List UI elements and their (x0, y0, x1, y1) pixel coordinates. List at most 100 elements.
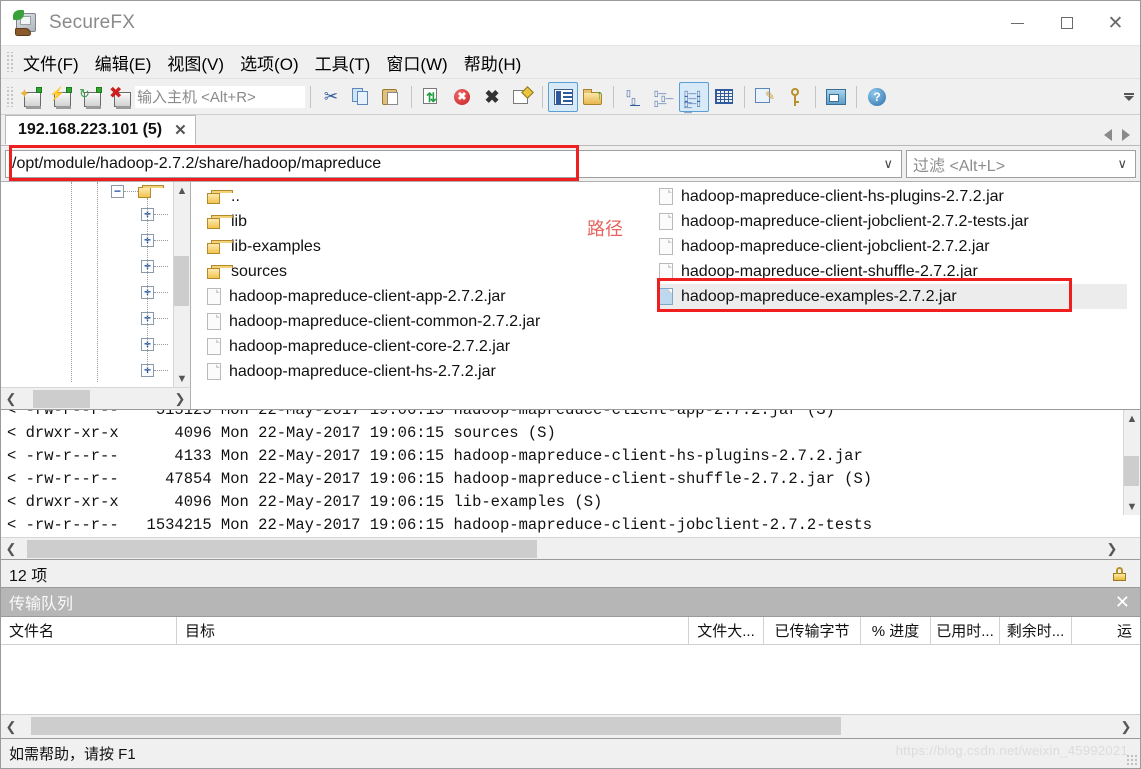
quick-connect-icon[interactable]: ⚡ (45, 82, 75, 112)
tree-node-5[interactable]: + (141, 312, 168, 325)
column-header-speed[interactable]: 运 (1072, 617, 1140, 644)
scroll-down-icon[interactable]: ▼ (1124, 498, 1141, 515)
menu-help[interactable]: 帮助(H) (456, 47, 530, 78)
session-tab[interactable]: 192.168.223.101 (5) ✕ (5, 115, 196, 145)
transfer-queue-list[interactable] (1, 645, 1140, 714)
list-item[interactable]: lib (205, 209, 645, 234)
close-button[interactable]: ✕ (1091, 1, 1140, 45)
help-icon[interactable]: ? (862, 82, 892, 112)
host-input[interactable]: 输入主机 <Alt+R> (135, 85, 305, 108)
tree-vertical-scrollbar[interactable]: ▲ ▼ (173, 182, 190, 387)
list-item[interactable]: hadoop-mapreduce-client-jobclient-2.7.2.… (657, 234, 1127, 259)
column-header-percent-progress[interactable]: % 进度 (861, 617, 931, 644)
menu-options[interactable]: 选项(O) (232, 47, 307, 78)
grid-view-icon[interactable] (709, 82, 739, 112)
transfer-mode-icon[interactable]: ▯ ▯ (619, 82, 649, 112)
list-item[interactable]: hadoop-mapreduce-client-jobclient-2.7.2-… (657, 209, 1127, 234)
list-item[interactable]: hadoop-mapreduce-client-hs-plugins-2.7.2… (657, 184, 1127, 209)
copy-icon[interactable] (346, 82, 376, 112)
column-header-filename[interactable]: 文件名 (1, 617, 177, 644)
tree-node-root[interactable]: − (111, 185, 164, 198)
tree-horizontal-scrollbar[interactable]: ❮ ❯ (1, 387, 190, 409)
open-folder-icon[interactable]: ↑ (578, 82, 608, 112)
key-icon[interactable] (780, 82, 810, 112)
security-options-icon[interactable] (821, 82, 851, 112)
transfer-queue-horizontal-scrollbar[interactable]: ❮ ❯ (1, 714, 1140, 738)
scroll-up-icon[interactable]: ▲ (174, 182, 191, 199)
tree-node-6[interactable]: + (141, 338, 168, 351)
menu-window[interactable]: 窗口(W) (378, 47, 455, 78)
menu-edit[interactable]: 编辑(E) (87, 47, 160, 78)
scroll-down-icon[interactable]: ▼ (174, 370, 191, 387)
filter-combobox[interactable]: 过滤 <Alt+L> ∨ (906, 149, 1136, 178)
list-item[interactable]: .. (205, 184, 645, 209)
log-hscroll-thumb[interactable] (27, 540, 537, 558)
tree-node-4[interactable]: + (141, 286, 168, 299)
tree-node-1[interactable]: + (141, 208, 168, 221)
log-vertical-scrollbar[interactable]: ▲ ▼ (1123, 410, 1140, 515)
tree-scroll-thumb[interactable] (174, 256, 189, 306)
column-header-bytes-transferred[interactable]: 已传输字节 (764, 617, 861, 644)
menu-view[interactable]: 视图(V) (159, 47, 232, 78)
list-item[interactable]: lib-examples (205, 234, 645, 259)
scroll-right-icon[interactable]: ❯ (1116, 719, 1136, 735)
refresh-icon[interactable]: ⇅ (417, 82, 447, 112)
list-details-icon[interactable]: ▯—▯— ▯—▯— ▯—▯— (679, 81, 709, 117)
menu-grip-handle[interactable] (5, 52, 13, 72)
remote-path-combobox[interactable]: /opt/module/hadoop-2.7.2/share/hadoop/ma… (5, 149, 902, 178)
list-small-icon[interactable]: ▯— ▯— ▯— (649, 82, 679, 112)
disconnect-icon[interactable]: ✖ (105, 82, 135, 112)
column-header-elapsed-time[interactable]: 已用时... (931, 617, 1000, 644)
scroll-left-icon[interactable]: ❮ (1, 719, 21, 735)
list-item[interactable]: hadoop-mapreduce-client-core-2.7.2.jar (205, 334, 645, 359)
column-header-target[interactable]: 目标 (177, 617, 689, 644)
scroll-up-icon[interactable]: ▲ (1124, 410, 1141, 427)
toolbar-grip-handle[interactable] (5, 86, 13, 107)
paste-icon[interactable] (376, 82, 406, 112)
reconnect-icon[interactable]: ↻ (75, 82, 105, 112)
resize-grip[interactable] (1126, 754, 1138, 766)
tree-node-7[interactable]: + (141, 364, 168, 377)
tab-close-icon[interactable]: ✕ (174, 121, 187, 139)
menu-tools[interactable]: 工具(T) (307, 47, 379, 78)
show-panes-icon[interactable] (548, 81, 578, 112)
list-item-selected[interactable]: hadoop-mapreduce-examples-2.7.2.jar (657, 284, 1127, 309)
cut-icon[interactable]: ✂ (316, 82, 346, 112)
log-scroll-thumb[interactable] (1124, 456, 1139, 486)
maximize-button[interactable] (1042, 1, 1091, 45)
menu-file[interactable]: 文件(F) (15, 47, 87, 78)
list-item[interactable]: hadoop-mapreduce-client-hs-2.7.2.jar (205, 359, 645, 384)
list-item[interactable]: hadoop-mapreduce-client-shuffle-2.7.2.ja… (657, 259, 1127, 284)
transfer-queue-close-icon[interactable]: ✕ (1115, 592, 1130, 613)
scroll-left-icon[interactable]: ❮ (1, 391, 21, 407)
column-header-filesize[interactable]: 文件大... (689, 617, 764, 644)
tree-collapse-icon[interactable]: − (111, 185, 124, 198)
scroll-left-icon[interactable]: ❮ (1, 541, 21, 557)
tq-hscroll-thumb[interactable] (31, 717, 841, 735)
list-item[interactable]: hadoop-mapreduce-client-common-2.7.2.jar (205, 309, 645, 334)
scroll-right-icon[interactable]: ❯ (170, 391, 190, 407)
tab-scroll-right-icon[interactable] (1122, 129, 1130, 141)
list-item[interactable]: sources (205, 259, 645, 284)
session-log[interactable]: < -rw-r--r-- 515125 Mon 22-May-2017 19:0… (1, 410, 1140, 537)
minimize-button[interactable] (993, 1, 1042, 45)
tree-node-2[interactable]: + (141, 234, 168, 247)
directory-tree[interactable]: − + + + + + + + ▲ ▼ (1, 182, 190, 387)
new-session-icon[interactable]: ✦ (15, 82, 45, 112)
tab-scroll-left-icon[interactable] (1104, 129, 1112, 141)
tree-hscroll-thumb[interactable] (33, 390, 90, 408)
chevron-down-icon[interactable]: ∨ (883, 156, 901, 172)
remote-file-list[interactable]: .. lib lib-examples sources hadoop-mapre… (191, 182, 1140, 409)
filter-chevron-down-icon[interactable]: ∨ (1117, 156, 1135, 172)
toolbar-overflow-button[interactable] (1122, 92, 1136, 101)
tree-node-3[interactable]: + (141, 260, 168, 273)
scroll-right-icon[interactable]: ❯ (1102, 541, 1122, 557)
log-horizontal-scrollbar[interactable]: ❮ ❯ (1, 537, 1140, 559)
toolbar-separator-1 (310, 85, 311, 108)
delete-icon[interactable]: ✖ (477, 82, 507, 112)
list-item[interactable]: hadoop-mapreduce-client-app-2.7.2.jar (205, 284, 645, 309)
stop-icon[interactable]: ✖ (447, 82, 477, 112)
properties-icon[interactable] (507, 82, 537, 112)
column-header-remaining-time[interactable]: 剩余时... (1000, 617, 1072, 644)
edit-session-icon[interactable]: ✎ (750, 82, 780, 112)
